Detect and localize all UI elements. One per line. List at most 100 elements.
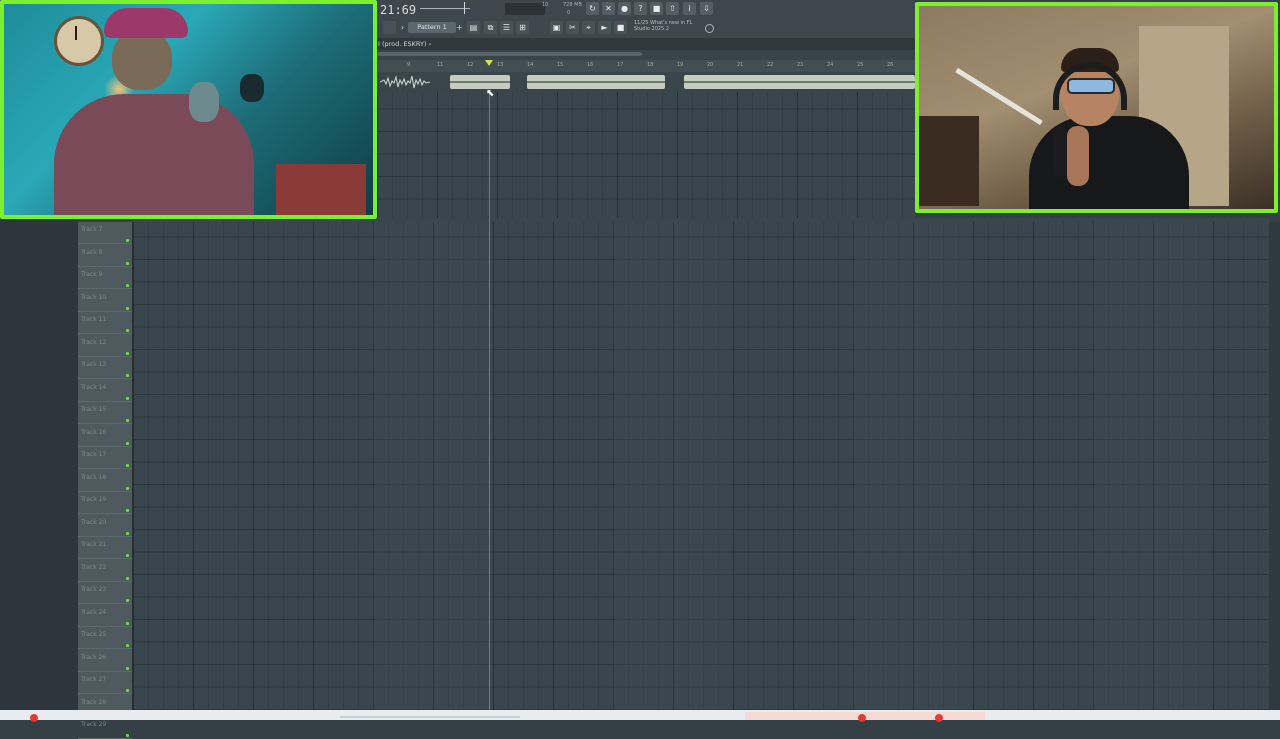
track-header[interactable]: Track 15 bbox=[78, 402, 132, 424]
track-led-icon[interactable] bbox=[126, 734, 129, 737]
news-ticker[interactable]: 11/25 What's new in FL Studio 2025.2 bbox=[634, 20, 704, 32]
export-icon[interactable]: ⇧ bbox=[666, 2, 679, 15]
stop-icon[interactable]: ■ bbox=[614, 21, 627, 34]
ruler-tick-label: 25 bbox=[857, 62, 864, 68]
track-led-icon[interactable] bbox=[126, 644, 129, 647]
track-name: Track 28 bbox=[81, 698, 107, 706]
track-led-icon[interactable] bbox=[126, 306, 129, 310]
track-led-icon[interactable] bbox=[126, 509, 129, 512]
ruler-tick-label: 11 bbox=[437, 62, 444, 68]
add-pattern-button[interactable]: + bbox=[456, 22, 464, 33]
time-display: 21:69 bbox=[380, 3, 417, 17]
slice-icon[interactable]: ⌖ bbox=[582, 21, 595, 34]
track-header[interactable]: Track 27 bbox=[78, 672, 132, 694]
track-header[interactable]: Track 7 bbox=[78, 222, 132, 244]
microphone-icon[interactable]: ● bbox=[618, 2, 631, 15]
track-name: Track 26 bbox=[81, 653, 107, 661]
cpu-counter: 10 bbox=[542, 2, 549, 8]
channel-rack-icon[interactable]: ⧉ bbox=[484, 21, 497, 34]
track-header[interactable]: Track 14 bbox=[78, 380, 132, 402]
track-led-icon[interactable] bbox=[126, 239, 129, 242]
track-led-icon[interactable] bbox=[126, 531, 129, 535]
track-led-icon[interactable] bbox=[126, 419, 129, 422]
track-header[interactable]: Track 8 bbox=[78, 245, 132, 267]
news-icon[interactable] bbox=[705, 24, 714, 33]
playhead-line[interactable] bbox=[489, 64, 490, 710]
track-header[interactable]: Track 12 bbox=[78, 335, 132, 357]
track-led-icon[interactable] bbox=[126, 554, 129, 557]
track-led-icon[interactable] bbox=[126, 396, 129, 400]
playlist-icon[interactable]: ▤ bbox=[467, 21, 480, 34]
track-header[interactable]: Track 23 bbox=[78, 582, 132, 604]
track-header[interactable]: Track 11 bbox=[78, 312, 132, 334]
track-name: Track 29 bbox=[81, 721, 107, 728]
track-header[interactable]: Track 24 bbox=[78, 605, 132, 627]
left-panel bbox=[0, 220, 78, 720]
track-header[interactable]: Track 25 bbox=[78, 627, 132, 649]
polyphony-counter: 0 bbox=[567, 10, 571, 16]
save-icon[interactable]: ■ bbox=[650, 2, 663, 15]
track-header[interactable]: Track 26 bbox=[78, 650, 132, 672]
track-led-icon[interactable] bbox=[126, 576, 129, 580]
master-pitch-knob[interactable] bbox=[464, 2, 465, 14]
download-icon[interactable]: ⇩ bbox=[700, 2, 713, 15]
ruler-tick-label: 9 bbox=[407, 62, 411, 68]
scrollbar-thumb[interactable] bbox=[377, 52, 642, 56]
playlist-title[interactable]: I (prod. ESKRY) › bbox=[378, 40, 431, 48]
notification-dot[interactable] bbox=[858, 714, 866, 722]
ruler-tick-label: 22 bbox=[767, 62, 774, 68]
ruler-tick-label: 23 bbox=[797, 62, 804, 68]
track-led-icon[interactable] bbox=[126, 261, 129, 265]
browser-icon[interactable]: ⊞ bbox=[516, 21, 529, 34]
track-led-icon[interactable] bbox=[126, 441, 129, 445]
help-icon[interactable]: ? bbox=[634, 2, 647, 15]
track-led-icon[interactable] bbox=[126, 689, 129, 692]
track-led-icon[interactable] bbox=[126, 464, 129, 467]
track-header[interactable]: Track 10 bbox=[78, 290, 132, 312]
grid-band bbox=[853, 222, 973, 710]
track-name: Track 21 bbox=[81, 541, 107, 548]
cut-icon[interactable]: ✂ bbox=[566, 21, 579, 34]
playlist-grid[interactable] bbox=[133, 222, 1269, 710]
ruler-tick-label: 13 bbox=[497, 62, 504, 68]
audio-clip[interactable] bbox=[450, 75, 510, 89]
person-face bbox=[112, 30, 172, 90]
mixer-icon[interactable]: ✕ bbox=[602, 2, 615, 15]
track-led-icon[interactable] bbox=[126, 486, 129, 490]
notification-dot[interactable] bbox=[30, 714, 38, 722]
track-led-icon[interactable] bbox=[126, 621, 129, 625]
notification-dot[interactable] bbox=[935, 714, 943, 722]
master-pitch-slider[interactable] bbox=[420, 8, 470, 9]
track-name: Track 24 bbox=[81, 608, 107, 616]
info-icon[interactable]: i bbox=[683, 2, 696, 15]
track-header[interactable]: Track 9 bbox=[78, 267, 132, 289]
pattern-selector[interactable]: Pattern 1 bbox=[408, 22, 456, 33]
track-header[interactable]: Track 20 bbox=[78, 515, 132, 537]
track-header[interactable]: Track 21 bbox=[78, 537, 132, 559]
track-led-icon[interactable] bbox=[126, 284, 129, 287]
track-header[interactable]: Track 13 bbox=[78, 357, 132, 379]
plugin-icon[interactable]: ▣ bbox=[550, 21, 563, 34]
track-led-icon[interactable] bbox=[126, 374, 129, 377]
track-led-icon[interactable] bbox=[126, 666, 129, 670]
track-header[interactable]: Track 18 bbox=[78, 470, 132, 492]
right-scroll-area[interactable] bbox=[1269, 222, 1280, 712]
track-name: Track 22 bbox=[81, 563, 107, 571]
track-header[interactable]: Track 19 bbox=[78, 492, 132, 514]
track-led-icon[interactable] bbox=[126, 599, 129, 602]
playlist-grid-top[interactable] bbox=[377, 92, 915, 222]
track-header[interactable]: Track 17 bbox=[78, 447, 132, 469]
track-led-icon[interactable] bbox=[126, 329, 129, 332]
piano-roll-icon[interactable]: ☰ bbox=[500, 21, 513, 34]
prev-pattern-icon[interactable] bbox=[383, 21, 396, 34]
track-header[interactable]: Track 22 bbox=[78, 560, 132, 582]
marker-icon[interactable]: ► bbox=[598, 21, 611, 34]
loop-icon[interactable]: ↻ bbox=[586, 2, 599, 15]
audio-clip[interactable] bbox=[684, 75, 915, 89]
audio-clip[interactable] bbox=[527, 75, 665, 89]
track-header[interactable]: Track 16 bbox=[78, 425, 132, 447]
playhead-marker-icon[interactable] bbox=[485, 60, 493, 66]
ruler-tick-label: 19 bbox=[677, 62, 684, 68]
track-led-icon[interactable] bbox=[126, 351, 129, 355]
track-header[interactable]: Track 29 bbox=[78, 717, 132, 739]
